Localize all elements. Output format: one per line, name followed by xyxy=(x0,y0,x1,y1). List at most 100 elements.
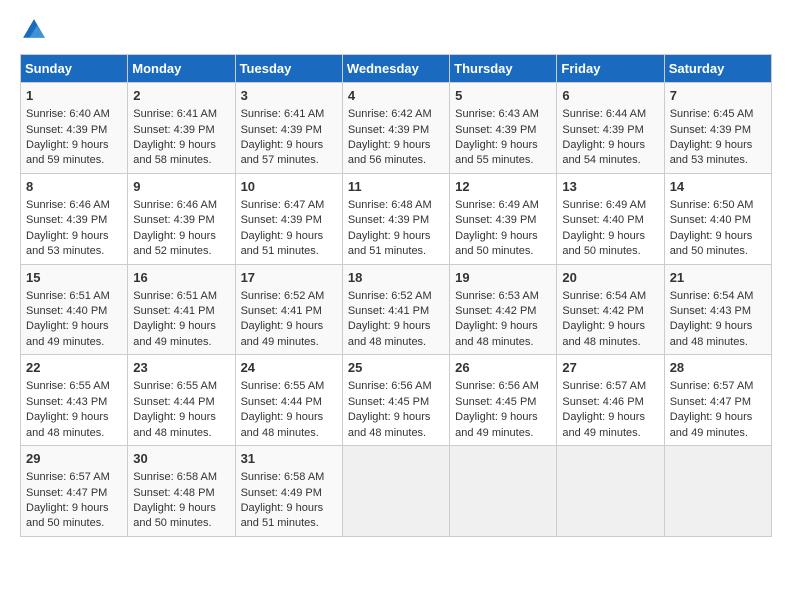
calendar-cell: 27 Sunrise: 6:57 AM Sunset: 4:46 PM Dayl… xyxy=(557,355,664,446)
calendar-cell: 1 Sunrise: 6:40 AM Sunset: 4:39 PM Dayli… xyxy=(21,83,128,174)
day-number: 29 xyxy=(26,450,122,468)
calendar-cell: 12 Sunrise: 6:49 AM Sunset: 4:39 PM Dayl… xyxy=(450,173,557,264)
calendar-cell: 10 Sunrise: 6:47 AM Sunset: 4:39 PM Dayl… xyxy=(235,173,342,264)
day-number: 23 xyxy=(133,359,229,377)
daylight-label: Daylight: 9 hours and 51 minutes. xyxy=(241,502,324,529)
sunset-label: Sunset: 4:39 PM xyxy=(26,124,107,136)
day-number: 3 xyxy=(241,87,337,105)
weekday-header: Tuesday xyxy=(235,55,342,83)
daylight-label: Daylight: 9 hours and 49 minutes. xyxy=(670,411,753,438)
calendar-cell: 24 Sunrise: 6:55 AM Sunset: 4:44 PM Dayl… xyxy=(235,355,342,446)
weekday-header: Friday xyxy=(557,55,664,83)
sunrise-label: Sunrise: 6:46 AM xyxy=(133,199,217,211)
sunrise-label: Sunrise: 6:49 AM xyxy=(562,199,646,211)
daylight-label: Daylight: 9 hours and 59 minutes. xyxy=(26,139,109,166)
day-number: 11 xyxy=(348,178,444,196)
day-number: 12 xyxy=(455,178,551,196)
sunset-label: Sunset: 4:40 PM xyxy=(26,305,107,317)
calendar-cell: 23 Sunrise: 6:55 AM Sunset: 4:44 PM Dayl… xyxy=(128,355,235,446)
calendar-cell: 17 Sunrise: 6:52 AM Sunset: 4:41 PM Dayl… xyxy=(235,264,342,355)
sunrise-label: Sunrise: 6:54 AM xyxy=(670,290,754,302)
daylight-label: Daylight: 9 hours and 48 minutes. xyxy=(455,320,538,347)
sunrise-label: Sunrise: 6:54 AM xyxy=(562,290,646,302)
sunrise-label: Sunrise: 6:51 AM xyxy=(133,290,217,302)
sunrise-label: Sunrise: 6:58 AM xyxy=(241,471,325,483)
sunrise-label: Sunrise: 6:55 AM xyxy=(241,380,325,392)
sunset-label: Sunset: 4:39 PM xyxy=(133,214,214,226)
sunrise-label: Sunrise: 6:40 AM xyxy=(26,108,110,120)
sunset-label: Sunset: 4:46 PM xyxy=(562,396,643,408)
sunset-label: Sunset: 4:47 PM xyxy=(670,396,751,408)
calendar-table: SundayMondayTuesdayWednesdayThursdayFrid… xyxy=(20,54,772,537)
daylight-label: Daylight: 9 hours and 52 minutes. xyxy=(133,230,216,257)
sunset-label: Sunset: 4:45 PM xyxy=(348,396,429,408)
day-number: 17 xyxy=(241,269,337,287)
calendar-cell: 20 Sunrise: 6:54 AM Sunset: 4:42 PM Dayl… xyxy=(557,264,664,355)
sunset-label: Sunset: 4:41 PM xyxy=(241,305,322,317)
daylight-label: Daylight: 9 hours and 50 minutes. xyxy=(670,230,753,257)
sunrise-label: Sunrise: 6:50 AM xyxy=(670,199,754,211)
sunrise-label: Sunrise: 6:45 AM xyxy=(670,108,754,120)
sunset-label: Sunset: 4:39 PM xyxy=(348,214,429,226)
day-number: 2 xyxy=(133,87,229,105)
daylight-label: Daylight: 9 hours and 50 minutes. xyxy=(455,230,538,257)
daylight-label: Daylight: 9 hours and 48 minutes. xyxy=(348,411,431,438)
sunset-label: Sunset: 4:40 PM xyxy=(562,214,643,226)
calendar-cell: 2 Sunrise: 6:41 AM Sunset: 4:39 PM Dayli… xyxy=(128,83,235,174)
daylight-label: Daylight: 9 hours and 49 minutes. xyxy=(133,320,216,347)
calendar-header-row: SundayMondayTuesdayWednesdayThursdayFrid… xyxy=(21,55,772,83)
weekday-header: Thursday xyxy=(450,55,557,83)
sunrise-label: Sunrise: 6:46 AM xyxy=(26,199,110,211)
daylight-label: Daylight: 9 hours and 48 minutes. xyxy=(562,320,645,347)
sunset-label: Sunset: 4:39 PM xyxy=(455,214,536,226)
daylight-label: Daylight: 9 hours and 58 minutes. xyxy=(133,139,216,166)
day-number: 1 xyxy=(26,87,122,105)
daylight-label: Daylight: 9 hours and 48 minutes. xyxy=(133,411,216,438)
day-number: 30 xyxy=(133,450,229,468)
daylight-label: Daylight: 9 hours and 56 minutes. xyxy=(348,139,431,166)
calendar-cell: 5 Sunrise: 6:43 AM Sunset: 4:39 PM Dayli… xyxy=(450,83,557,174)
sunset-label: Sunset: 4:39 PM xyxy=(241,124,322,136)
sunset-label: Sunset: 4:39 PM xyxy=(562,124,643,136)
calendar-cell: 21 Sunrise: 6:54 AM Sunset: 4:43 PM Dayl… xyxy=(664,264,771,355)
calendar-cell xyxy=(557,446,664,537)
daylight-label: Daylight: 9 hours and 51 minutes. xyxy=(348,230,431,257)
day-number: 28 xyxy=(670,359,766,377)
calendar-cell: 15 Sunrise: 6:51 AM Sunset: 4:40 PM Dayl… xyxy=(21,264,128,355)
sunrise-label: Sunrise: 6:53 AM xyxy=(455,290,539,302)
calendar-cell: 11 Sunrise: 6:48 AM Sunset: 4:39 PM Dayl… xyxy=(342,173,449,264)
daylight-label: Daylight: 9 hours and 54 minutes. xyxy=(562,139,645,166)
day-number: 5 xyxy=(455,87,551,105)
calendar-cell: 8 Sunrise: 6:46 AM Sunset: 4:39 PM Dayli… xyxy=(21,173,128,264)
sunrise-label: Sunrise: 6:43 AM xyxy=(455,108,539,120)
daylight-label: Daylight: 9 hours and 51 minutes. xyxy=(241,230,324,257)
day-number: 31 xyxy=(241,450,337,468)
calendar-week-row: 8 Sunrise: 6:46 AM Sunset: 4:39 PM Dayli… xyxy=(21,173,772,264)
sunset-label: Sunset: 4:43 PM xyxy=(670,305,751,317)
calendar-week-row: 1 Sunrise: 6:40 AM Sunset: 4:39 PM Dayli… xyxy=(21,83,772,174)
sunrise-label: Sunrise: 6:57 AM xyxy=(26,471,110,483)
day-number: 24 xyxy=(241,359,337,377)
day-number: 8 xyxy=(26,178,122,196)
sunrise-label: Sunrise: 6:55 AM xyxy=(26,380,110,392)
sunrise-label: Sunrise: 6:42 AM xyxy=(348,108,432,120)
sunset-label: Sunset: 4:39 PM xyxy=(670,124,751,136)
sunset-label: Sunset: 4:44 PM xyxy=(133,396,214,408)
sunset-label: Sunset: 4:43 PM xyxy=(26,396,107,408)
sunrise-label: Sunrise: 6:41 AM xyxy=(241,108,325,120)
sunset-label: Sunset: 4:39 PM xyxy=(455,124,536,136)
calendar-week-row: 22 Sunrise: 6:55 AM Sunset: 4:43 PM Dayl… xyxy=(21,355,772,446)
day-number: 26 xyxy=(455,359,551,377)
sunset-label: Sunset: 4:41 PM xyxy=(348,305,429,317)
day-number: 13 xyxy=(562,178,658,196)
sunset-label: Sunset: 4:48 PM xyxy=(133,487,214,499)
day-number: 9 xyxy=(133,178,229,196)
day-number: 27 xyxy=(562,359,658,377)
sunrise-label: Sunrise: 6:56 AM xyxy=(348,380,432,392)
day-number: 4 xyxy=(348,87,444,105)
calendar-cell: 19 Sunrise: 6:53 AM Sunset: 4:42 PM Dayl… xyxy=(450,264,557,355)
sunset-label: Sunset: 4:40 PM xyxy=(670,214,751,226)
calendar-cell: 6 Sunrise: 6:44 AM Sunset: 4:39 PM Dayli… xyxy=(557,83,664,174)
day-number: 21 xyxy=(670,269,766,287)
sunset-label: Sunset: 4:41 PM xyxy=(133,305,214,317)
